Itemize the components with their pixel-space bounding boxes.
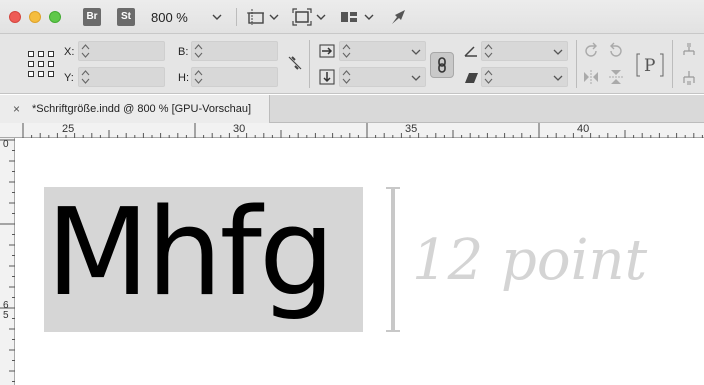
horizontal-ruler[interactable]: 25 30 35 40 <box>0 123 704 138</box>
x-stepper-icon[interactable] <box>81 43 90 59</box>
toolbar-divider <box>236 8 237 26</box>
rotation-angle-icon[interactable] <box>462 42 480 60</box>
width-field[interactable] <box>191 41 278 61</box>
zoom-dropdown-chevron-icon[interactable] <box>211 11 223 23</box>
x-field[interactable] <box>78 41 165 61</box>
ruler-label-65-a: 6 <box>3 300 9 311</box>
vertical-ruler[interactable]: 0 6 5 <box>0 138 15 385</box>
horizontal-ruler-ticks <box>22 123 703 138</box>
minimize-window-button[interactable] <box>29 11 41 23</box>
bridge-button[interactable]: Br <box>83 8 101 26</box>
application-bar: Br St 800 % <box>0 0 704 34</box>
sample-text[interactable]: Mhfg <box>46 166 335 341</box>
rotation-angle-field[interactable] <box>481 41 568 61</box>
x-label: X: <box>64 46 75 58</box>
ruler-label-25: 25 <box>62 123 75 135</box>
scale-y-icon[interactable] <box>318 68 336 86</box>
scale-y-field[interactable] <box>339 67 426 87</box>
font-size-annotation: 12 point <box>412 228 648 293</box>
height-field[interactable] <box>191 67 278 87</box>
height-stepper-icon[interactable] <box>194 69 203 85</box>
select-content-icon[interactable] <box>680 68 698 86</box>
reference-point-icon[interactable] <box>28 51 54 77</box>
arrange-documents-chevron-icon[interactable] <box>363 11 375 23</box>
ruler-label-35: 35 <box>405 123 418 135</box>
control-panel: X: Y: B: H: P <box>0 34 704 94</box>
document-tab-bar: × *Schriftgröße.indd @ 800 % [GPU-Vorsch… <box>0 95 704 123</box>
link-icon <box>438 57 446 73</box>
height-label: H: <box>178 72 189 84</box>
rotate-clockwise-icon[interactable] <box>582 42 600 60</box>
ruler-label-0: 0 <box>3 139 9 150</box>
stock-button[interactable]: St <box>117 8 135 26</box>
select-container-icon[interactable] <box>680 42 698 60</box>
y-field[interactable] <box>78 67 165 87</box>
width-label: B: <box>178 46 189 58</box>
shear-angle-icon[interactable] <box>462 68 480 86</box>
close-tab-icon[interactable]: × <box>13 102 20 116</box>
control-divider <box>576 40 577 88</box>
constrain-scale-link-button[interactable] <box>430 52 454 78</box>
shear-angle-field[interactable] <box>481 67 568 87</box>
scale-x-stepper-icon[interactable] <box>342 43 351 59</box>
shear-stepper-icon[interactable] <box>484 69 493 85</box>
height-bracket-icon <box>386 187 400 332</box>
arrange-documents-icon[interactable] <box>339 8 359 26</box>
rotation-stepper-icon[interactable] <box>484 43 493 59</box>
ruler-label-65-b: 5 <box>3 310 9 321</box>
rotate-counterclockwise-icon[interactable] <box>607 42 625 60</box>
zoom-level-field[interactable]: 800 % <box>151 10 188 25</box>
y-stepper-icon[interactable] <box>81 69 90 85</box>
screen-mode-chevron-icon[interactable] <box>315 11 327 23</box>
control-divider <box>309 40 310 88</box>
scale-x-field[interactable] <box>339 41 426 61</box>
ruler-label-30: 30 <box>233 123 246 135</box>
flip-vertical-icon[interactable] <box>607 68 625 86</box>
y-label: Y: <box>64 72 74 84</box>
scale-x-dropdown-chevron-icon[interactable] <box>411 47 421 55</box>
constrain-proportions-broken-link-icon[interactable] <box>286 54 304 72</box>
ruler-label-40: 40 <box>577 123 590 135</box>
document-tab-title: *Schriftgröße.indd @ 800 % [GPU-Vorschau… <box>32 103 252 115</box>
document-tab[interactable]: × *Schriftgröße.indd @ 800 % [GPU-Vorsch… <box>0 95 270 123</box>
scale-y-dropdown-chevron-icon[interactable] <box>411 73 421 81</box>
close-window-button[interactable] <box>9 11 21 23</box>
scale-x-icon[interactable] <box>318 42 336 60</box>
flip-horizontal-icon[interactable] <box>582 68 600 86</box>
shear-dropdown-chevron-icon[interactable] <box>553 73 563 81</box>
width-stepper-icon[interactable] <box>194 43 203 59</box>
maximize-window-button[interactable] <box>49 11 61 23</box>
reference-point-proxy-icon[interactable]: P <box>636 52 664 78</box>
rotation-dropdown-chevron-icon[interactable] <box>553 47 563 55</box>
publish-online-icon[interactable] <box>389 8 409 26</box>
vertical-ruler-ticks <box>0 139 15 382</box>
screen-mode-icon[interactable] <box>292 8 312 26</box>
view-options-icon[interactable] <box>246 8 266 26</box>
scale-y-stepper-icon[interactable] <box>342 69 351 85</box>
svg-text:P: P <box>644 56 655 76</box>
control-divider <box>672 40 673 88</box>
view-options-chevron-icon[interactable] <box>268 11 280 23</box>
